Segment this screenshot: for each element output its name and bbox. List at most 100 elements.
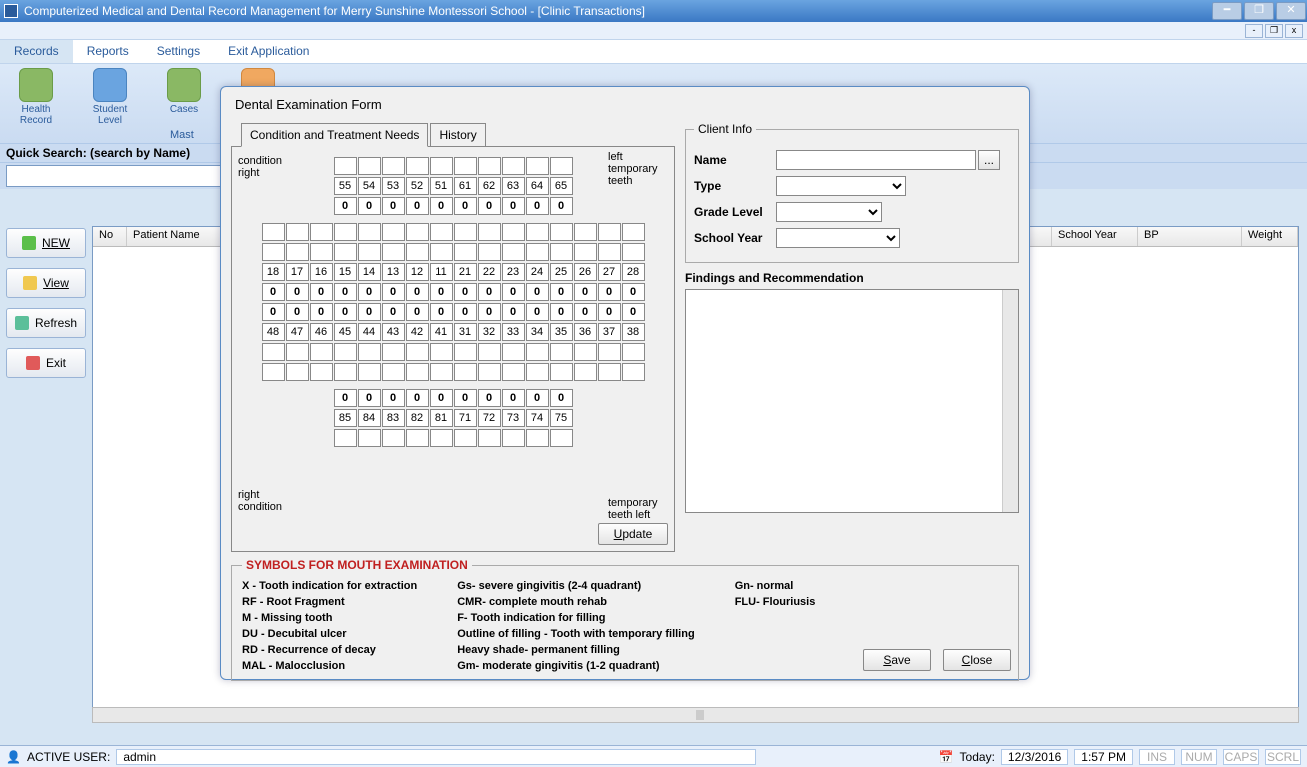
tooth-cell[interactable]: 0 [502,197,525,215]
findings-textarea[interactable] [685,289,1019,513]
findings-scrollbar[interactable] [1002,290,1018,512]
tooth-cell[interactable]: 85 [334,409,357,427]
maximize-button[interactable]: ❐ [1244,2,1274,20]
tooth-cell[interactable] [478,363,501,381]
new-button[interactable]: NEW [6,228,86,258]
tooth-cell[interactable] [358,157,381,175]
tooth-cell[interactable] [502,429,525,447]
tooth-cell[interactable]: 22 [478,263,501,281]
type-select[interactable] [776,176,906,196]
tooth-cell[interactable]: 63 [502,177,525,195]
tooth-cell[interactable]: 52 [406,177,429,195]
tooth-cell[interactable]: 73 [502,409,525,427]
tooth-cell[interactable] [358,343,381,361]
tooth-cell[interactable]: 61 [454,177,477,195]
tooth-cell[interactable]: 0 [334,303,357,321]
tooth-cell[interactable]: 46 [310,323,333,341]
tooth-cell[interactable]: 12 [406,263,429,281]
tooth-cell[interactable] [502,157,525,175]
tooth-cell[interactable] [406,363,429,381]
tooth-cell[interactable] [502,243,525,261]
tooth-cell[interactable] [478,157,501,175]
tooth-cell[interactable]: 62 [478,177,501,195]
tooth-cell[interactable]: 0 [430,283,453,301]
tooth-cell[interactable] [286,363,309,381]
name-input[interactable] [776,150,976,170]
tooth-cell[interactable] [334,343,357,361]
mdi-close-button[interactable]: x [1285,24,1303,38]
tooth-cell[interactable] [622,243,645,261]
tooth-cell[interactable]: 38 [622,323,645,341]
tooth-cell[interactable]: 37 [598,323,621,341]
tooth-cell[interactable]: 47 [286,323,309,341]
tooth-cell[interactable] [550,343,573,361]
tooth-cell[interactable]: 28 [622,263,645,281]
tooth-cell[interactable] [622,223,645,241]
tooth-cell[interactable] [286,223,309,241]
tooth-cell[interactable]: 42 [406,323,429,341]
tooth-cell[interactable]: 0 [478,303,501,321]
tooth-cell[interactable]: 0 [358,197,381,215]
tooth-cell[interactable] [526,343,549,361]
tooth-cell[interactable]: 0 [598,283,621,301]
tooth-cell[interactable]: 0 [574,303,597,321]
tooth-cell[interactable]: 0 [430,303,453,321]
tooth-cell[interactable] [382,343,405,361]
tooth-cell[interactable]: 0 [526,303,549,321]
tooth-cell[interactable] [574,343,597,361]
tooth-cell[interactable]: 0 [622,283,645,301]
tooth-cell[interactable] [454,157,477,175]
tooth-cell[interactable]: 0 [502,283,525,301]
exit-button[interactable]: Exit [6,348,86,378]
tooth-cell[interactable]: 0 [478,389,501,407]
close-window-button[interactable]: ✕ [1276,2,1306,20]
tooth-cell[interactable]: 0 [382,303,405,321]
menu-records[interactable]: Records [0,40,73,63]
tooth-cell[interactable]: 13 [382,263,405,281]
tooth-cell[interactable]: 0 [502,303,525,321]
col-school-year[interactable]: School Year [1052,227,1138,246]
tooth-cell[interactable]: 23 [502,263,525,281]
menu-exit-application[interactable]: Exit Application [214,40,323,63]
tooth-cell[interactable]: 72 [478,409,501,427]
tooth-cell[interactable]: 0 [526,283,549,301]
tooth-cell[interactable] [502,363,525,381]
tooth-cell[interactable]: 0 [478,283,501,301]
tooth-cell[interactable]: 15 [334,263,357,281]
tooth-cell[interactable]: 0 [478,197,501,215]
tooth-cell[interactable] [310,223,333,241]
tooth-cell[interactable]: 0 [622,303,645,321]
ribbon-health-record[interactable]: Health Record [6,68,66,139]
tooth-cell[interactable]: 75 [550,409,573,427]
tooth-cell[interactable]: 0 [358,303,381,321]
tooth-cell[interactable]: 35 [550,323,573,341]
tooth-cell[interactable] [334,157,357,175]
tooth-cell[interactable]: 0 [502,389,525,407]
view-button[interactable]: View [6,268,86,298]
tooth-cell[interactable]: 14 [358,263,381,281]
tooth-cell[interactable] [430,243,453,261]
tooth-cell[interactable]: 44 [358,323,381,341]
tooth-cell[interactable]: 17 [286,263,309,281]
tooth-cell[interactable] [382,363,405,381]
tooth-cell[interactable]: 0 [406,389,429,407]
tooth-cell[interactable] [574,363,597,381]
tooth-cell[interactable] [334,243,357,261]
tooth-cell[interactable]: 0 [286,303,309,321]
tooth-cell[interactable]: 43 [382,323,405,341]
tooth-cell[interactable]: 18 [262,263,285,281]
tooth-cell[interactable]: 24 [526,263,549,281]
tooth-cell[interactable]: 36 [574,323,597,341]
tooth-cell[interactable] [478,223,501,241]
mdi-minimize-button[interactable]: - [1245,24,1263,38]
tooth-cell[interactable]: 0 [334,197,357,215]
tooth-cell[interactable] [622,343,645,361]
update-button[interactable]: Update [598,523,668,545]
tooth-cell[interactable]: 0 [334,389,357,407]
tooth-cell[interactable]: 0 [406,197,429,215]
tooth-cell[interactable]: 53 [382,177,405,195]
horizontal-scrollbar[interactable] [92,707,1299,723]
tooth-cell[interactable]: 0 [262,303,285,321]
tooth-cell[interactable]: 0 [454,197,477,215]
tooth-cell[interactable] [574,223,597,241]
